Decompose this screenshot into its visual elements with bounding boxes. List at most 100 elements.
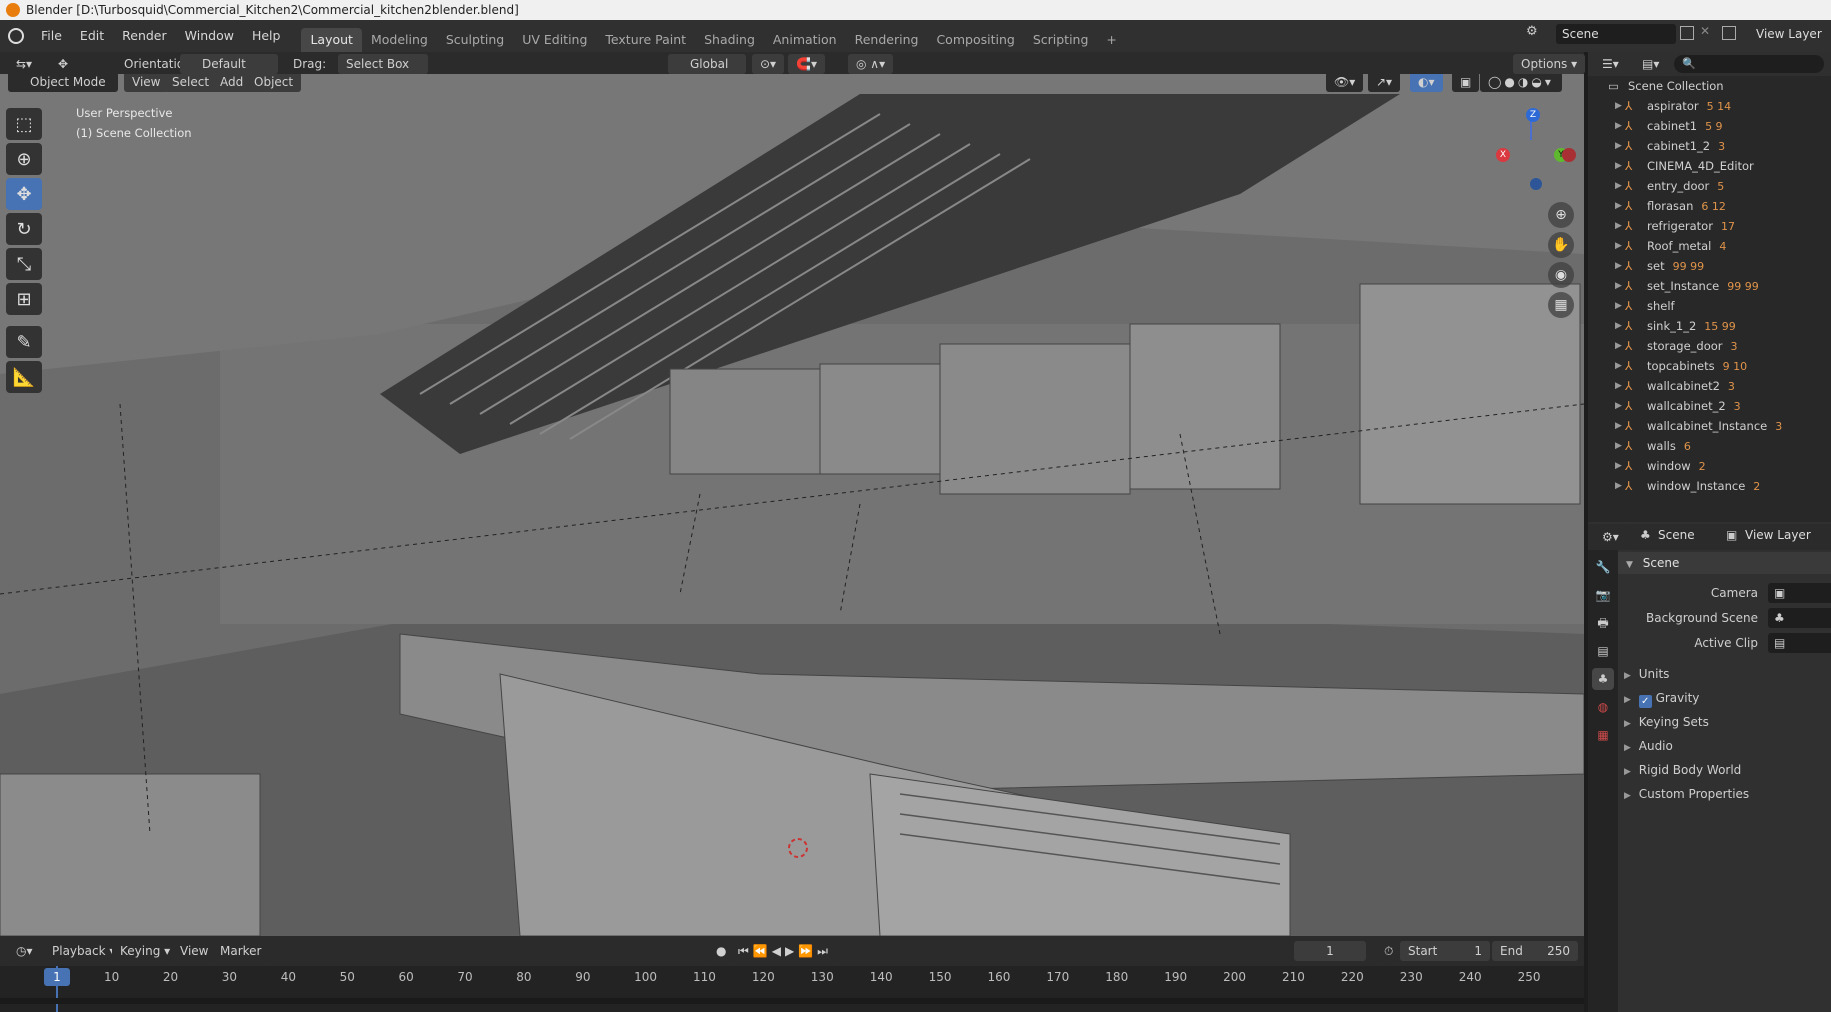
rotate-tool-icon[interactable]: ↻ xyxy=(6,213,42,245)
section-gravity[interactable]: ▶ ✓ Gravity xyxy=(1624,687,1699,711)
editor-type-icon[interactable]: ⇆▾ xyxy=(8,54,41,74)
world-tab-icon[interactable]: ◍ xyxy=(1592,696,1614,718)
tab-layout[interactable]: Layout xyxy=(301,28,362,52)
outliner-item[interactable]: ▶ ⅄ window_Instance 2 xyxy=(1588,476,1831,496)
tab-texture-paint[interactable]: Texture Paint xyxy=(596,28,695,52)
expand-arrow-icon[interactable]: ▶ xyxy=(1615,361,1625,371)
tab-uv-editing[interactable]: UV Editing xyxy=(513,28,596,52)
expand-arrow-icon[interactable]: ▶ xyxy=(1615,101,1625,111)
outliner-item[interactable]: ▶ ⅄ CINEMA_4D_Editor xyxy=(1588,156,1831,176)
expand-arrow-icon[interactable]: ▶ xyxy=(1615,281,1625,291)
visibility-icon[interactable]: 👁▾ xyxy=(1326,74,1364,92)
timeline-menu-view[interactable]: View xyxy=(172,941,217,961)
timeline-editor-icon[interactable]: ◷▾ xyxy=(8,941,41,961)
expand-arrow-icon[interactable]: ▶ xyxy=(1615,461,1625,471)
menu-view[interactable]: View xyxy=(124,74,169,92)
render-tab-icon[interactable]: 📷 xyxy=(1592,584,1614,606)
tool-tab-icon[interactable]: 🔧 xyxy=(1592,556,1614,578)
outliner-item[interactable]: ▶ ⅄ wallcabinet_Instance 3 xyxy=(1588,416,1831,436)
output-tab-icon[interactable]: 🖶 xyxy=(1592,612,1614,634)
scale-tool-icon[interactable]: ⤡ xyxy=(6,248,42,280)
camera-view-icon[interactable]: ◉ xyxy=(1548,262,1574,288)
timeline-menu-marker[interactable]: Marker xyxy=(212,941,270,961)
overlay-toggle-icon[interactable]: ◐▾ xyxy=(1410,74,1443,92)
background-scene-field[interactable]: ♣ xyxy=(1768,608,1831,628)
section-audio[interactable]: ▶ Audio xyxy=(1624,735,1673,759)
outliner-item[interactable]: ▶ ⅄ storage_door 3 xyxy=(1588,336,1831,356)
annotate-tool-icon[interactable]: ✎ xyxy=(6,326,42,358)
expand-arrow-icon[interactable]: ▶ xyxy=(1615,321,1625,331)
outliner-root-row[interactable]: ▭ Scene Collection xyxy=(1588,76,1831,96)
expand-arrow-icon[interactable]: ▶ xyxy=(1615,341,1625,351)
active-clip-field[interactable]: ▤ xyxy=(1768,633,1831,653)
cursor-tool-icon[interactable]: ⊕ xyxy=(6,143,42,175)
scene-panel-header[interactable]: ▼ Scene xyxy=(1618,552,1831,574)
outliner-item[interactable]: ▶ ⅄ set 99 99 xyxy=(1588,256,1831,276)
scene-selector[interactable]: Scene xyxy=(1556,24,1676,44)
outliner-item[interactable]: ▶ ⅄ wallcabinet_2 3 xyxy=(1588,396,1831,416)
expand-arrow-icon[interactable]: ▶ xyxy=(1615,241,1625,251)
outliner-item[interactable]: ▶ ⅄ topcabinets 9 10 xyxy=(1588,356,1831,376)
close-scene-icon[interactable]: ✕ xyxy=(1700,24,1710,38)
tab-compositing[interactable]: Compositing xyxy=(927,28,1023,52)
expand-arrow-icon[interactable]: ▶ xyxy=(1615,161,1625,171)
camera-field[interactable]: ▣ xyxy=(1768,583,1831,603)
outliner-item[interactable]: ▶ ⅄ cabinet1_2 3 xyxy=(1588,136,1831,156)
expand-arrow-icon[interactable]: ▶ xyxy=(1615,401,1625,411)
section-units[interactable]: ▶ Units xyxy=(1624,663,1669,687)
menu-render[interactable]: Render xyxy=(113,20,176,52)
drag-dropdown[interactable]: Select Box xyxy=(338,54,428,74)
view-layer-props-icon[interactable]: ▤ xyxy=(1592,640,1614,662)
expand-arrow-icon[interactable]: ▶ xyxy=(1615,201,1625,211)
expand-arrow-icon[interactable]: ▶ xyxy=(1615,301,1625,311)
menu-window[interactable]: Window xyxy=(176,20,243,52)
tab-rendering[interactable]: Rendering xyxy=(846,28,928,52)
mode-dropdown[interactable]: Object Mode xyxy=(8,74,118,92)
texture-tab-icon[interactable]: ▦ xyxy=(1592,724,1614,746)
transform-tool-icon[interactable]: ⊞ xyxy=(6,283,42,315)
gravity-checkbox[interactable]: ✓ xyxy=(1638,695,1652,708)
view-layer-selector[interactable]: View Layer xyxy=(1756,24,1822,44)
add-workspace-button[interactable]: + xyxy=(1097,28,1125,52)
stopwatch-icon[interactable]: ⏱ xyxy=(1376,941,1402,961)
move-tool-icon[interactable]: ✥ xyxy=(50,54,77,74)
section-custom-properties[interactable]: ▶ Custom Properties xyxy=(1624,783,1749,807)
expand-arrow-icon[interactable]: ▶ xyxy=(1615,421,1625,431)
menu-file[interactable]: File xyxy=(32,20,71,52)
outliner-item[interactable]: ▶ ⅄ entry_door 5 xyxy=(1588,176,1831,196)
expand-arrow-icon[interactable]: ▶ xyxy=(1615,481,1625,491)
outliner-editor-icon[interactable]: ☰▾ xyxy=(1594,54,1627,74)
outliner-item[interactable]: ▶ ⅄ cabinet1 5 9 xyxy=(1588,116,1831,136)
tab-sculpting[interactable]: Sculpting xyxy=(437,28,513,52)
transform-orientation-dropdown[interactable]: Global xyxy=(668,54,746,74)
zoom-icon[interactable]: ⊕ xyxy=(1548,202,1574,228)
proportional-edit-icon[interactable]: ◎ ∧▾ xyxy=(848,54,894,74)
gizmo-toggle-icon[interactable]: ↗▾ xyxy=(1368,74,1401,92)
playback-controls-icons[interactable]: ⏮⏪◀▶⏩⏭ xyxy=(730,941,840,961)
orientation-dropdown[interactable]: Default xyxy=(180,54,278,74)
outliner-item[interactable]: ▶ ⅄ sink_1_2 15 99 xyxy=(1588,316,1831,336)
outliner-item[interactable]: ▶ ⅄ refrigerator 17 xyxy=(1588,216,1831,236)
menu-help[interactable]: Help xyxy=(243,20,290,52)
outliner-item[interactable]: ▶ ⅄ Roof_metal 4 xyxy=(1588,236,1831,256)
options-dropdown[interactable]: Options ▾ xyxy=(1513,54,1586,74)
tab-scripting[interactable]: Scripting xyxy=(1024,28,1098,52)
properties-editor-icon[interactable]: ⚙▾ xyxy=(1594,527,1627,547)
expand-arrow-icon[interactable]: ▶ xyxy=(1615,121,1625,131)
perspective-grid-icon[interactable]: ▦ xyxy=(1548,292,1574,318)
current-frame-field[interactable]: 1 xyxy=(1294,941,1366,961)
timeline-track[interactable]: 10 20 30 40 50 60 70 80 90 100 110 120 130 140 150 160 1… xyxy=(0,966,1584,1012)
section-keying-sets[interactable]: ▶ Keying Sets xyxy=(1624,711,1709,735)
playhead-frame-indicator[interactable]: 1 xyxy=(44,968,70,986)
tab-modeling[interactable]: Modeling xyxy=(362,28,437,52)
outliner-item[interactable]: ▶ ⅄ shelf xyxy=(1588,296,1831,316)
menu-edit[interactable]: Edit xyxy=(71,20,113,52)
end-frame-field[interactable]: End 250 xyxy=(1492,941,1578,961)
measure-tool-icon[interactable]: 📐 xyxy=(6,361,42,393)
properties-scene-tab[interactable]: Scene xyxy=(1658,528,1695,542)
gizmo-neg-x-icon[interactable] xyxy=(1562,148,1576,162)
expand-arrow-icon[interactable]: ▶ xyxy=(1615,221,1625,231)
expand-arrow-icon[interactable]: ▶ xyxy=(1615,261,1625,271)
move-tool-button-icon[interactable]: ✥ xyxy=(6,178,42,210)
gizmo-z-axis-icon[interactable]: Z xyxy=(1526,108,1540,122)
